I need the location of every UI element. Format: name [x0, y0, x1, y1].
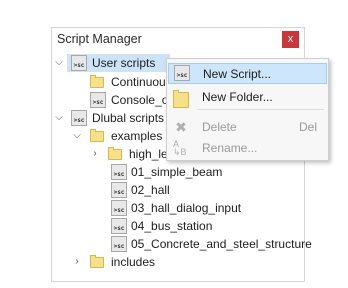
- folder-icon: [108, 147, 122, 160]
- delete-icon: ✖: [175, 119, 187, 135]
- tree-node-script[interactable]: >sc 02_hall: [108, 181, 308, 199]
- script-file-icon: >sc: [111, 182, 127, 198]
- menu-item-new-script[interactable]: >sc New Script...: [168, 63, 327, 84]
- new-script-icon: >sc: [174, 65, 190, 81]
- tree-node-user-scripts[interactable]: ⌵ >sc User scripts: [52, 54, 172, 72]
- close-button[interactable]: x: [282, 31, 299, 48]
- tree-node-continuous[interactable]: Continuou: [88, 73, 168, 91]
- menu-label-delete: Delete: [202, 120, 237, 134]
- script-file-icon: >sc: [111, 200, 127, 216]
- tree-node-dlubal-scripts[interactable]: ⌵ >sc Dlubal scripts: [52, 109, 172, 127]
- menu-item-rename[interactable]: A ↳B Rename...: [168, 138, 327, 159]
- folder-icon: [90, 129, 104, 142]
- menu-label-new-script: New Script...: [203, 67, 272, 81]
- tree-node-console[interactable]: >sc Console_o: [88, 91, 168, 109]
- tree-node-high-level[interactable]: › high_le: [88, 145, 168, 163]
- tree-node-includes[interactable]: › includes: [70, 253, 170, 271]
- script-file-icon: >sc: [111, 218, 127, 234]
- rename-icon: A ↳B: [173, 139, 187, 157]
- menu-separator: [197, 109, 324, 110]
- panel-title: Script Manager: [57, 32, 142, 46]
- tree-label-high-level: high_le: [129, 147, 168, 161]
- tree-node-examples[interactable]: ⌵ examples: [70, 127, 170, 145]
- collapse-arrow-icon[interactable]: ⌵: [71, 130, 83, 142]
- script-folder-icon: >sc: [71, 110, 87, 126]
- menu-item-delete[interactable]: ✖ Delete Del: [168, 117, 327, 138]
- tree-label-includes: includes: [111, 255, 156, 269]
- menu-label-new-folder: New Folder...: [202, 90, 273, 104]
- tree-node-script[interactable]: >sc 03_hall_dialog_input: [108, 199, 308, 217]
- tree-label-console: Console_o: [111, 93, 169, 107]
- tree-node-script[interactable]: >sc 01_simple_beam: [108, 163, 308, 181]
- collapse-arrow-icon[interactable]: ⌵: [53, 57, 65, 69]
- menu-item-new-folder[interactable]: New Folder...: [168, 87, 327, 108]
- tree-label-script: 05_Concrete_and_steel_structure: [131, 237, 312, 251]
- tree-node-script[interactable]: >sc 05_Concrete_and_steel_structure: [108, 235, 312, 253]
- script-file-icon: >sc: [111, 164, 127, 180]
- script-file-icon: >sc: [111, 236, 127, 252]
- tree-label-script: 01_simple_beam: [131, 165, 223, 179]
- menu-label-rename: Rename...: [202, 141, 258, 155]
- tree-label-user-scripts: User scripts: [92, 56, 156, 70]
- expand-arrow-icon[interactable]: ›: [89, 148, 101, 160]
- tree-label-script: 02_hall: [131, 183, 170, 197]
- script-file-icon: >sc: [90, 92, 106, 108]
- tree-label-script: 04_bus_station: [131, 219, 213, 233]
- tree-label-script: 03_hall_dialog_input: [131, 201, 242, 215]
- tree-label-dlubal-scripts: Dlubal scripts: [92, 111, 165, 125]
- context-menu: >sc New Script... New Folder... ✖ Delete…: [166, 58, 329, 161]
- expand-arrow-icon[interactable]: ›: [71, 256, 83, 268]
- tree-label-examples: examples: [111, 129, 163, 143]
- menu-shortcut-delete: Del: [298, 120, 317, 134]
- collapse-arrow-icon[interactable]: ⌵: [53, 112, 65, 124]
- folder-icon: [90, 75, 104, 88]
- new-folder-icon: [173, 90, 189, 108]
- script-folder-icon: >sc: [71, 55, 87, 71]
- folder-icon: [90, 255, 104, 268]
- tree-label-continuous: Continuou: [111, 75, 166, 89]
- tree-node-script[interactable]: >sc 04_bus_station: [108, 217, 308, 235]
